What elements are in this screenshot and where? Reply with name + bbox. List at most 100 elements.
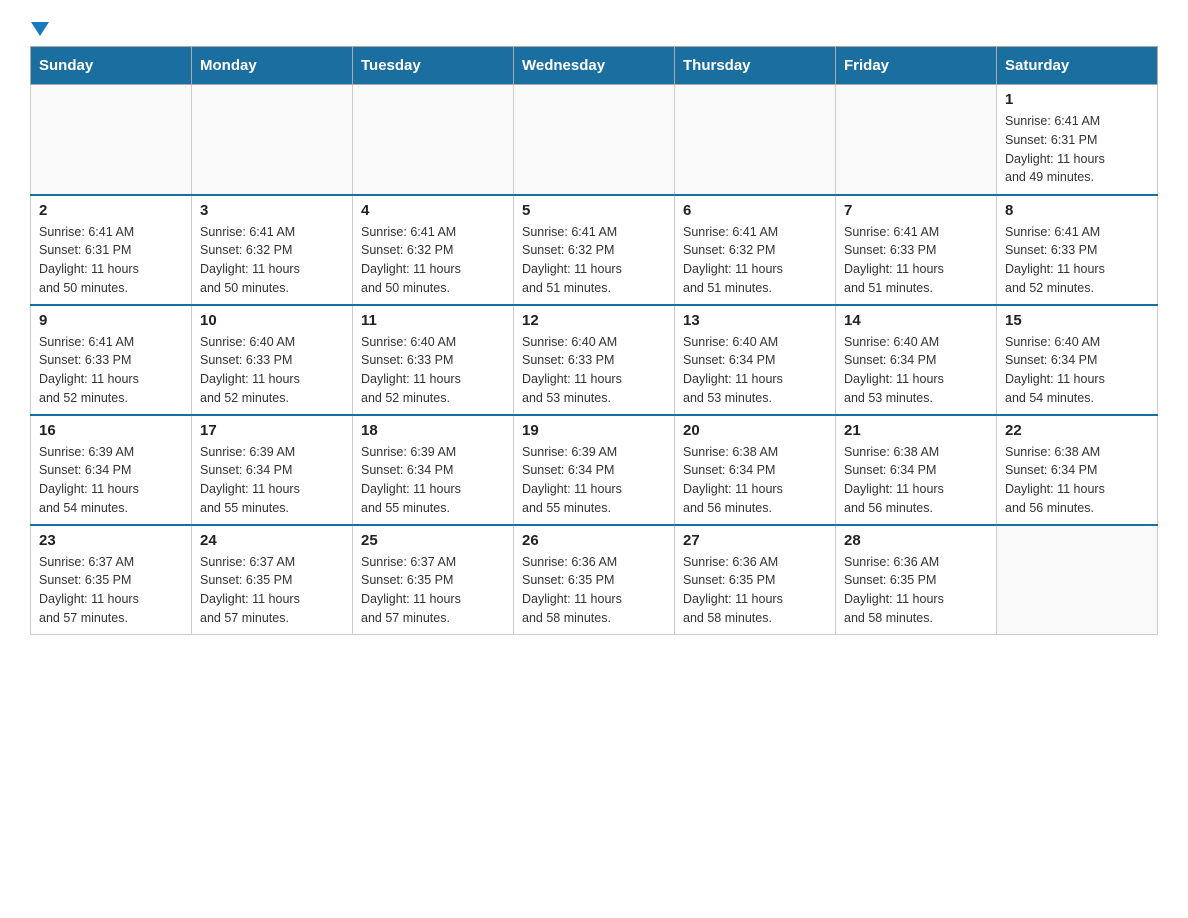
day-number: 27	[683, 532, 827, 549]
day-cell: 14 Sunrise: 6:40 AMSunset: 6:34 PMDayligh…	[836, 305, 997, 415]
day-info: Sunrise: 6:41 AMSunset: 6:32 PMDaylight:…	[683, 223, 827, 298]
day-cell	[31, 85, 192, 195]
day-info: Sunrise: 6:38 AMSunset: 6:34 PMDaylight:…	[1005, 443, 1149, 518]
weekday-header-saturday: Saturday	[997, 47, 1158, 85]
day-cell	[514, 85, 675, 195]
week-row-2: 2Sunrise: 6:41 AMSunset: 6:31 PMDaylight…	[31, 195, 1158, 305]
week-row-5: 23 Sunrise: 6:37 AMSunset: 6:35 PMDayligh…	[31, 525, 1158, 635]
day-info: Sunrise: 6:36 AMSunset: 6:35 PMDaylight:…	[683, 553, 827, 628]
weekday-header-tuesday: Tuesday	[353, 47, 514, 85]
logo	[30, 20, 49, 36]
day-number: 1	[1005, 91, 1149, 108]
day-cell: 11 Sunrise: 6:40 AMSunset: 6:33 PMDayligh…	[353, 305, 514, 415]
day-cell: 26 Sunrise: 6:36 AMSunset: 6:35 PMDayligh…	[514, 525, 675, 635]
day-number: 25	[361, 532, 505, 549]
day-cell: 10 Sunrise: 6:40 AMSunset: 6:33 PMDayligh…	[192, 305, 353, 415]
day-number: 8	[1005, 202, 1149, 219]
weekday-header-wednesday: Wednesday	[514, 47, 675, 85]
day-cell: 1 Sunrise: 6:41 AMSunset: 6:31 PMDaylight…	[997, 85, 1158, 195]
weekday-header-monday: Monday	[192, 47, 353, 85]
day-number: 10	[200, 312, 344, 329]
week-row-4: 16 Sunrise: 6:39 AMSunset: 6:34 PMDayligh…	[31, 415, 1158, 525]
day-info: Sunrise: 6:36 AMSunset: 6:35 PMDaylight:…	[522, 553, 666, 628]
day-info: Sunrise: 6:41 AMSunset: 6:32 PMDaylight:…	[522, 223, 666, 298]
day-info: Sunrise: 6:41 AMSunset: 6:33 PMDaylight:…	[39, 333, 183, 408]
day-cell	[836, 85, 997, 195]
day-cell: 2Sunrise: 6:41 AMSunset: 6:31 PMDaylight…	[31, 195, 192, 305]
day-cell: 22 Sunrise: 6:38 AMSunset: 6:34 PMDayligh…	[997, 415, 1158, 525]
day-cell: 27 Sunrise: 6:36 AMSunset: 6:35 PMDayligh…	[675, 525, 836, 635]
day-number: 14	[844, 312, 988, 329]
day-info: Sunrise: 6:37 AMSunset: 6:35 PMDaylight:…	[39, 553, 183, 628]
day-number: 16	[39, 422, 183, 439]
day-cell: 19 Sunrise: 6:39 AMSunset: 6:34 PMDayligh…	[514, 415, 675, 525]
day-number: 19	[522, 422, 666, 439]
weekday-header-sunday: Sunday	[31, 47, 192, 85]
day-cell: 3 Sunrise: 6:41 AMSunset: 6:32 PMDaylight…	[192, 195, 353, 305]
day-number: 26	[522, 532, 666, 549]
day-number: 5	[522, 202, 666, 219]
day-info: Sunrise: 6:38 AMSunset: 6:34 PMDaylight:…	[683, 443, 827, 518]
day-cell: 16 Sunrise: 6:39 AMSunset: 6:34 PMDayligh…	[31, 415, 192, 525]
header	[30, 20, 1158, 36]
day-cell: 23 Sunrise: 6:37 AMSunset: 6:35 PMDayligh…	[31, 525, 192, 635]
day-cell: 25Sunrise: 6:37 AMSunset: 6:35 PMDayligh…	[353, 525, 514, 635]
day-info: Sunrise: 6:39 AMSunset: 6:34 PMDaylight:…	[522, 443, 666, 518]
day-cell: 20 Sunrise: 6:38 AMSunset: 6:34 PMDayligh…	[675, 415, 836, 525]
day-cell: 4 Sunrise: 6:41 AMSunset: 6:32 PMDaylight…	[353, 195, 514, 305]
day-number: 13	[683, 312, 827, 329]
day-cell: 18 Sunrise: 6:39 AMSunset: 6:34 PMDayligh…	[353, 415, 514, 525]
day-cell: 24 Sunrise: 6:37 AMSunset: 6:35 PMDayligh…	[192, 525, 353, 635]
day-cell: 5 Sunrise: 6:41 AMSunset: 6:32 PMDaylight…	[514, 195, 675, 305]
day-info: Sunrise: 6:41 AMSunset: 6:31 PMDaylight:…	[1005, 112, 1149, 187]
day-info: Sunrise: 6:37 AMSunset: 6:35 PMDaylight:…	[200, 553, 344, 628]
day-info: Sunrise: 6:40 AMSunset: 6:33 PMDaylight:…	[200, 333, 344, 408]
day-number: 6	[683, 202, 827, 219]
day-info: Sunrise: 6:40 AMSunset: 6:34 PMDaylight:…	[844, 333, 988, 408]
day-number: 15	[1005, 312, 1149, 329]
day-number: 7	[844, 202, 988, 219]
day-info: Sunrise: 6:36 AMSunset: 6:35 PMDaylight:…	[844, 553, 988, 628]
day-cell: 28 Sunrise: 6:36 AMSunset: 6:35 PMDayligh…	[836, 525, 997, 635]
day-number: 21	[844, 422, 988, 439]
day-number: 20	[683, 422, 827, 439]
day-number: 4	[361, 202, 505, 219]
calendar: SundayMondayTuesdayWednesdayThursdayFrid…	[30, 46, 1158, 635]
weekday-header-thursday: Thursday	[675, 47, 836, 85]
day-number: 12	[522, 312, 666, 329]
day-info: Sunrise: 6:40 AMSunset: 6:34 PMDaylight:…	[683, 333, 827, 408]
day-number: 24	[200, 532, 344, 549]
day-number: 28	[844, 532, 988, 549]
day-info: Sunrise: 6:40 AMSunset: 6:33 PMDaylight:…	[522, 333, 666, 408]
day-info: Sunrise: 6:40 AMSunset: 6:34 PMDaylight:…	[1005, 333, 1149, 408]
day-cell	[353, 85, 514, 195]
day-number: 17	[200, 422, 344, 439]
day-cell: 21 Sunrise: 6:38 AMSunset: 6:34 PMDayligh…	[836, 415, 997, 525]
day-number: 22	[1005, 422, 1149, 439]
weekday-header-friday: Friday	[836, 47, 997, 85]
day-number: 9	[39, 312, 183, 329]
day-cell: 9 Sunrise: 6:41 AMSunset: 6:33 PMDaylight…	[31, 305, 192, 415]
day-number: 18	[361, 422, 505, 439]
day-number: 11	[361, 312, 505, 329]
day-cell: 6 Sunrise: 6:41 AMSunset: 6:32 PMDaylight…	[675, 195, 836, 305]
week-row-3: 9 Sunrise: 6:41 AMSunset: 6:33 PMDaylight…	[31, 305, 1158, 415]
day-number: 23	[39, 532, 183, 549]
day-cell: 13 Sunrise: 6:40 AMSunset: 6:34 PMDayligh…	[675, 305, 836, 415]
day-cell	[997, 525, 1158, 635]
day-info: Sunrise: 6:38 AMSunset: 6:34 PMDaylight:…	[844, 443, 988, 518]
day-info: Sunrise: 6:41 AMSunset: 6:31 PMDaylight:…	[39, 223, 183, 298]
day-number: 3	[200, 202, 344, 219]
day-info: Sunrise: 6:39 AMSunset: 6:34 PMDaylight:…	[361, 443, 505, 518]
day-cell	[192, 85, 353, 195]
day-info: Sunrise: 6:39 AMSunset: 6:34 PMDaylight:…	[200, 443, 344, 518]
day-cell: 7Sunrise: 6:41 AMSunset: 6:33 PMDaylight…	[836, 195, 997, 305]
weekday-header-row: SundayMondayTuesdayWednesdayThursdayFrid…	[31, 47, 1158, 85]
day-cell: 8Sunrise: 6:41 AMSunset: 6:33 PMDaylight…	[997, 195, 1158, 305]
day-cell: 15 Sunrise: 6:40 AMSunset: 6:34 PMDayligh…	[997, 305, 1158, 415]
day-info: Sunrise: 6:39 AMSunset: 6:34 PMDaylight:…	[39, 443, 183, 518]
day-info: Sunrise: 6:40 AMSunset: 6:33 PMDaylight:…	[361, 333, 505, 408]
day-info: Sunrise: 6:41 AMSunset: 6:32 PMDaylight:…	[200, 223, 344, 298]
day-cell: 12 Sunrise: 6:40 AMSunset: 6:33 PMDayligh…	[514, 305, 675, 415]
day-info: Sunrise: 6:41 AMSunset: 6:32 PMDaylight:…	[361, 223, 505, 298]
